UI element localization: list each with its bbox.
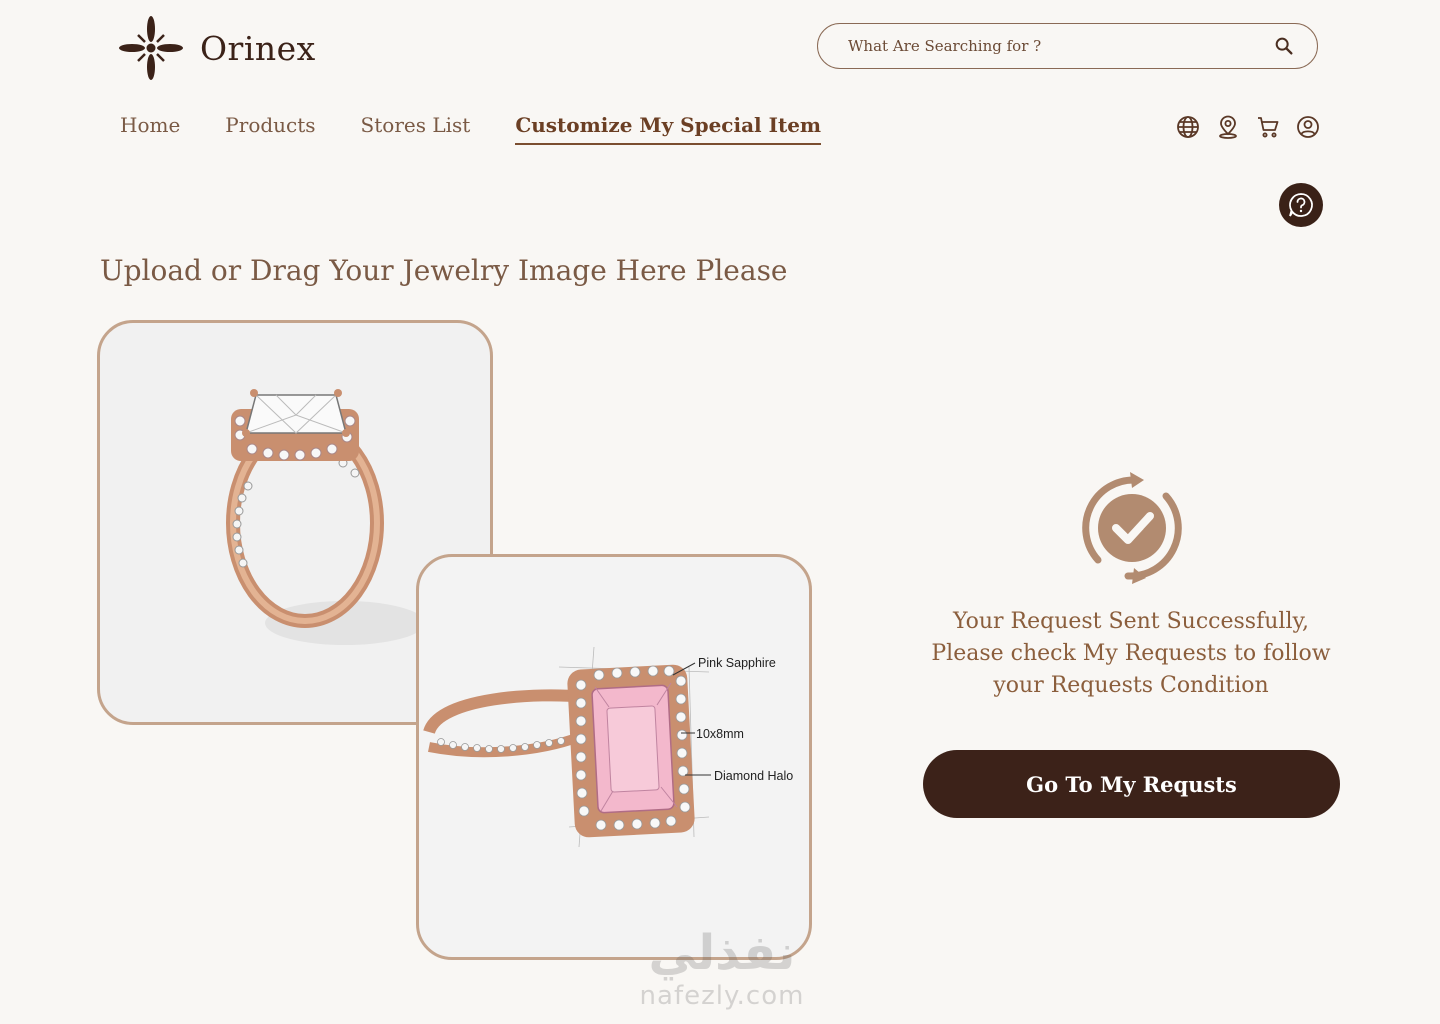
location-icon[interactable] bbox=[1215, 114, 1241, 140]
globe-icon[interactable] bbox=[1175, 114, 1201, 140]
watermark: نفذلي nafezly.com bbox=[622, 925, 822, 1021]
brand-name: Orinex bbox=[200, 28, 316, 68]
nav-home[interactable]: Home bbox=[120, 113, 180, 145]
annotation-setting: Diamond Halo bbox=[714, 769, 793, 783]
annotation-size: 10x8mm bbox=[696, 727, 744, 741]
user-icon[interactable] bbox=[1295, 114, 1321, 140]
check-circle-refresh-icon bbox=[1082, 472, 1182, 584]
nav-products[interactable]: Products bbox=[225, 113, 315, 145]
pink-sapphire-ring-illustration: Pink Sapphire 10x8mm Diamond Halo bbox=[423, 646, 793, 848]
uploaded-image-2[interactable]: Pink Sapphire 10x8mm Diamond Halo bbox=[416, 554, 812, 960]
success-message: Your Request Sent Successfully, Please c… bbox=[931, 609, 1331, 698]
nav-stores-list[interactable]: Stores List bbox=[361, 113, 471, 145]
brand-logo[interactable]: Orinex bbox=[118, 15, 316, 81]
help-button[interactable] bbox=[1279, 183, 1323, 227]
nav-customize-item[interactable]: Customize My Special Item bbox=[515, 113, 822, 145]
search-input[interactable]: What Are Searching for ? bbox=[817, 23, 1318, 69]
question-chat-icon bbox=[1289, 193, 1313, 217]
watermark-latin: nafezly.com bbox=[639, 981, 805, 1011]
main-nav: Home Products Stores List Customize My S… bbox=[120, 113, 866, 145]
annotation-stone: Pink Sapphire bbox=[698, 656, 776, 670]
upload-heading: Upload or Drag Your Jewelry Image Here P… bbox=[100, 254, 788, 287]
go-to-requests-button[interactable]: Go To My Requsts bbox=[923, 750, 1340, 818]
cart-icon[interactable] bbox=[1255, 114, 1281, 140]
watermark-arabic: نفذلي bbox=[648, 925, 796, 981]
asterisk-flower-logo-icon bbox=[119, 16, 183, 80]
search-placeholder[interactable]: What Are Searching for ? bbox=[848, 37, 1273, 55]
search-icon[interactable] bbox=[1273, 35, 1295, 57]
header-icons bbox=[1175, 114, 1335, 140]
